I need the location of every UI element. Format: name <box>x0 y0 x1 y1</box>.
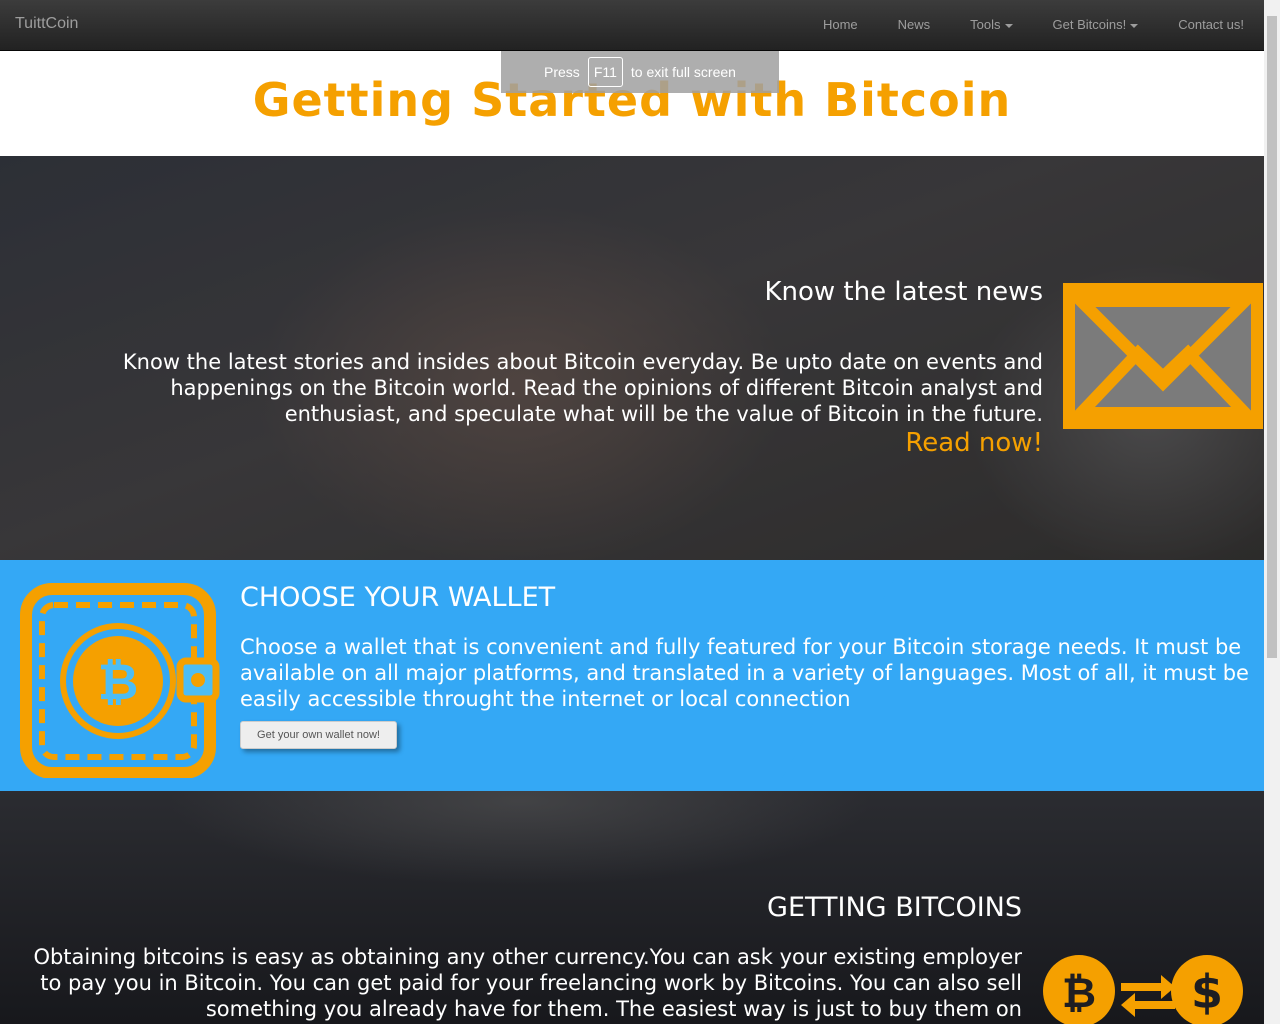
envelope-icon <box>1063 283 1263 429</box>
svg-text:₿: ₿ <box>1062 968 1096 1017</box>
getting-text: Obtaining bitcoins is easy as obtaining … <box>33 945 1022 1021</box>
nav-item-label: Get Bitcoins! <box>1052 17 1127 32</box>
wallet-section: ₿ CHOOSE YOUR WALLET Choose a wallet tha… <box>0 560 1264 791</box>
svg-text:$: $ <box>1191 965 1223 1019</box>
get-wallet-button[interactable]: Get your own wallet now! <box>240 721 397 749</box>
caret-down-icon <box>1004 23 1013 28</box>
read-now-link[interactable]: Read now! <box>905 428 1043 458</box>
news-section: Know the latest news Know the latest sto… <box>0 156 1264 560</box>
getting-bitcoins-section: GETTING BITCOINS Obtaining bitcoins is e… <box>0 791 1264 1024</box>
nav-item-news[interactable]: News <box>878 0 951 50</box>
caret-down-icon <box>1130 23 1139 28</box>
news-title: Know the latest news <box>764 277 1043 307</box>
navbar: TuittCoin Home News Tools Get Bitcoins! … <box>0 0 1264 51</box>
fullscreen-notice-before: Press <box>544 64 580 80</box>
fullscreen-notice: Press F11 to exit full screen <box>501 51 779 93</box>
nav-item-label: News <box>897 17 931 32</box>
news-text: Know the latest stories and insides abou… <box>122 350 1043 426</box>
bitcoin-wallet-icon: ₿ <box>20 583 220 782</box>
nav-item-label: Contact us! <box>1178 17 1244 32</box>
nav-item-label: Tools <box>970 17 1001 32</box>
brand-logo[interactable]: TuittCoin <box>15 15 78 33</box>
getting-title: GETTING BITCOINS <box>767 892 1022 923</box>
scrollbar-thumb[interactable] <box>1267 16 1277 658</box>
nav-item-home[interactable]: Home <box>803 0 878 50</box>
nav-item-label: Home <box>822 17 858 32</box>
f11-key: F11 <box>587 57 623 87</box>
nav-item-get-bitcoins[interactable]: Get Bitcoins! <box>1033 0 1159 50</box>
nav-item-contact[interactable]: Contact us! <box>1158 0 1264 50</box>
bitcoin-dollar-exchange-icon: ₿ $ <box>1043 955 1243 1024</box>
fullscreen-notice-after: to exit full screen <box>630 64 736 80</box>
wallet-text: Choose a wallet that is convenient and f… <box>240 635 1249 711</box>
wallet-title: CHOOSE YOUR WALLET <box>240 582 556 613</box>
svg-text:₿: ₿ <box>98 653 139 711</box>
page-scrollbar[interactable] <box>1264 0 1280 1024</box>
nav-menu: Home News Tools Get Bitcoins! Contact us… <box>803 0 1264 50</box>
nav-item-tools[interactable]: Tools <box>950 0 1032 50</box>
